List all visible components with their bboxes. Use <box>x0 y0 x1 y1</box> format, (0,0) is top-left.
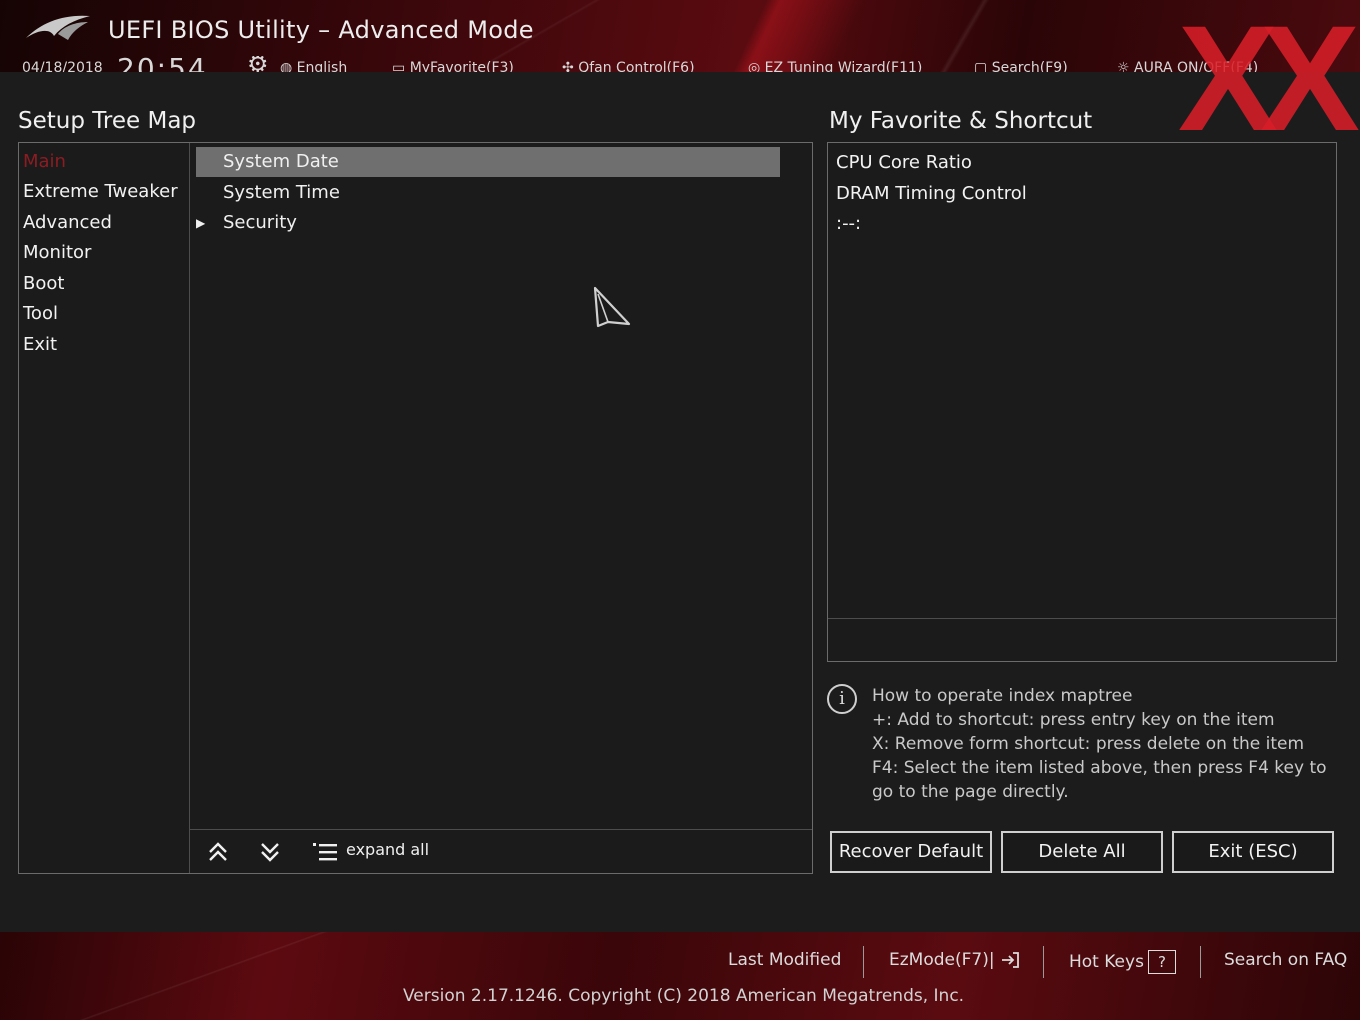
gear-icon[interactable]: ⚙ <box>247 56 269 72</box>
collapse-all-icon[interactable] <box>207 840 229 864</box>
tree-item-label: System Date <box>223 151 339 172</box>
info-row: 04/18/2018 20:54 ⚙ ◍ English ▭ MyFavorit… <box>22 56 1322 72</box>
favorite-item-cpu-core-ratio[interactable]: CPU Core Ratio <box>836 152 972 173</box>
help-line: go to the page directly. <box>872 782 1069 802</box>
expand-all-label[interactable]: expand all <box>346 840 429 859</box>
menu-item-boot[interactable]: Boot <box>23 273 64 294</box>
xx-watermark: XX <box>1177 0 1360 162</box>
tuning-icon: ◎ <box>748 60 765 72</box>
help-text: How to operate index maptree +: Add to s… <box>872 684 1332 804</box>
app-title: UEFI BIOS Utility – Advanced Mode <box>108 16 534 44</box>
favorite-icon: ▭ <box>392 60 410 72</box>
qfan-button[interactable]: ✣ Qfan Control(F6) <box>562 60 695 72</box>
recover-default-button[interactable]: Recover Default <box>830 831 992 873</box>
tree-item-label: System Time <box>223 182 340 203</box>
menu-item-advanced[interactable]: Advanced <box>23 212 112 233</box>
help-question-icon: ? <box>1147 950 1176 974</box>
fan-icon: ✣ <box>562 60 579 72</box>
exit-arrow-icon <box>1001 952 1019 968</box>
tree-item-label: Security <box>223 212 297 233</box>
expand-all-icon[interactable] <box>311 840 339 864</box>
help-line: F4: Select the item listed above, then p… <box>872 758 1327 778</box>
ezmode-label: EzMode(F7)| <box>889 950 995 970</box>
favorites-panel: CPU Core Ratio DRAM Timing Control :--: <box>827 142 1337 662</box>
footer-separator <box>1200 946 1201 978</box>
tree-item-security[interactable]: ▶ Security <box>196 208 780 238</box>
menu-item-tool[interactable]: Tool <box>23 303 58 324</box>
my-favorite-button[interactable]: ▭ MyFavorite(F3) <box>392 60 514 72</box>
time-display: 20:54 <box>117 56 208 72</box>
version-text: Version 2.17.1246. Copyright (C) 2018 Am… <box>403 986 965 1006</box>
help-line: X: Remove form shortcut: press delete on… <box>872 734 1305 754</box>
menu-list: Main Extreme Tweaker Advanced Monitor Bo… <box>19 143 190 873</box>
tree-item-system-date[interactable]: System Date <box>196 147 780 177</box>
rog-logo <box>26 15 90 40</box>
footer-bar: Last Modified EzMode(F7)| Hot Keys? Sear… <box>0 932 1360 1020</box>
favorite-item-separator[interactable]: :--: <box>836 213 861 234</box>
expand-down-icon[interactable] <box>259 840 281 864</box>
menu-item-main[interactable]: Main <box>23 151 66 172</box>
search-button[interactable]: ▢ Search(F9) <box>974 60 1068 72</box>
tree-title: Setup Tree Map <box>18 108 197 134</box>
tree-item-system-time[interactable]: System Time <box>196 178 780 208</box>
ez-tuning-button[interactable]: ◎ EZ Tuning Wizard(F11) <box>748 60 922 72</box>
footer-separator <box>863 946 864 978</box>
delete-all-button[interactable]: Delete All <box>1001 831 1163 873</box>
menu-item-exit[interactable]: Exit <box>23 334 57 355</box>
mouse-cursor-icon <box>593 286 631 328</box>
tree-item-list: System Date System Time ▶ Security expan… <box>190 143 812 873</box>
aura-icon: ☼ <box>1117 60 1135 72</box>
date-display: 04/18/2018 <box>22 60 103 72</box>
hot-keys-label: Hot Keys <box>1069 952 1144 972</box>
header-bar: UEFI BIOS Utility – Advanced Mode 04/18/… <box>0 0 1360 72</box>
search-faq-link[interactable]: Search on FAQ <box>1224 950 1347 970</box>
hot-keys-link[interactable]: Hot Keys? <box>1069 950 1176 974</box>
search-icon: ▢ <box>974 60 992 72</box>
exit-button[interactable]: Exit (ESC) <box>1172 831 1334 873</box>
ezmode-link[interactable]: EzMode(F7)| <box>889 950 1020 970</box>
info-icon: i <box>827 684 857 714</box>
favorite-item-dram-timing[interactable]: DRAM Timing Control <box>836 183 1027 204</box>
globe-icon: ◍ <box>280 60 297 72</box>
help-line: How to operate index maptree <box>872 686 1133 706</box>
favorites-divider <box>828 618 1336 619</box>
menu-item-extreme-tweaker[interactable]: Extreme Tweaker <box>23 181 178 202</box>
tree-toolbar: expand all <box>190 829 812 874</box>
menu-item-monitor[interactable]: Monitor <box>23 242 91 263</box>
last-modified-link[interactable]: Last Modified <box>728 950 841 970</box>
expand-arrow-icon[interactable]: ▶ <box>196 208 205 238</box>
favorites-title: My Favorite & Shortcut <box>829 108 1093 134</box>
setup-tree-panel: Main Extreme Tweaker Advanced Monitor Bo… <box>18 142 813 874</box>
language-button[interactable]: ◍ English <box>280 60 347 72</box>
footer-separator <box>1043 946 1044 978</box>
help-line: +: Add to shortcut: press entry key on t… <box>872 710 1275 730</box>
